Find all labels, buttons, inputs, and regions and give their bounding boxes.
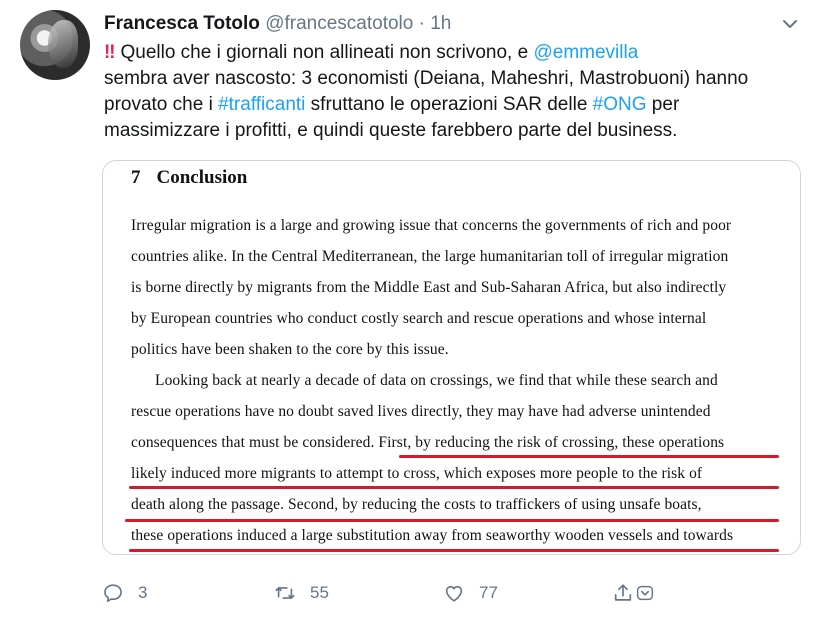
- hashtag-link[interactable]: #ONG: [593, 94, 647, 115]
- document-excerpt: 7 Conclusion Irregular migration is a lar…: [103, 161, 800, 554]
- double-exclamation-icon: ‼: [104, 42, 116, 63]
- section-number: 7: [131, 167, 141, 188]
- section-heading: 7 Conclusion: [131, 167, 247, 189]
- hashtag-link[interactable]: #trafficanti: [218, 94, 305, 115]
- share-button[interactable]: [612, 578, 656, 608]
- author-name[interactable]: Francesca Totolo: [104, 13, 260, 34]
- red-underline: [125, 519, 779, 522]
- document-line: death along the passage. Second, by redu…: [131, 496, 702, 513]
- document-line: countries alike. In the Central Mediterr…: [131, 248, 729, 265]
- retweet-count: 55: [310, 583, 329, 602]
- heart-icon: [445, 585, 463, 602]
- avatar[interactable]: [20, 10, 90, 80]
- red-underline: [129, 549, 779, 552]
- mention-link[interactable]: @emmevilla: [533, 42, 638, 63]
- share-icon: [614, 584, 632, 601]
- chevron-down-icon[interactable]: [780, 14, 800, 34]
- tweet-text-segment: sfruttano le operazioni SAR delle: [305, 94, 593, 115]
- tweet-text-segment: sembra aver nascosto: 3 economisti (Deia…: [104, 68, 749, 89]
- section-title: Conclusion: [156, 167, 248, 188]
- retweet-button[interactable]: 55: [274, 578, 329, 608]
- tweet-text-segment: Quello che i giornali non allineati non …: [120, 42, 534, 63]
- document-line: by European countries who conduct costly…: [131, 310, 707, 327]
- red-underline: [399, 455, 779, 458]
- chevron-down-icon: [636, 585, 654, 601]
- document-line: these operations induced a large substit…: [131, 527, 734, 544]
- like-count: 77: [479, 583, 498, 602]
- document-line: politics have been shaken to the core by…: [131, 341, 449, 358]
- tweet-actions: 3 55 77: [0, 578, 816, 608]
- tweet-timestamp[interactable]: 1h: [430, 13, 451, 34]
- document-line: Looking back at nearly a decade of data …: [155, 372, 718, 389]
- media-image[interactable]: 7 Conclusion Irregular migration is a lar…: [102, 160, 801, 555]
- red-underline: [129, 486, 779, 489]
- tweet-text: ‼ Quello che i giornali non allineati non…: [104, 40, 804, 144]
- reply-button[interactable]: 3: [102, 578, 147, 608]
- header-separator: ·: [418, 13, 425, 34]
- tweet-header: Francesca Totolo @francescatotolo · 1h: [104, 12, 451, 36]
- reply-icon: [104, 584, 122, 602]
- document-line: is borne directly by migrants from the M…: [131, 279, 727, 296]
- tweet-text-segment: provato che i: [104, 94, 219, 115]
- like-button[interactable]: 77: [443, 578, 498, 608]
- document-line: likely induced more migrants to attempt …: [131, 465, 703, 482]
- document-line: consequences that must be considered. Fi…: [131, 434, 725, 451]
- reply-count: 3: [138, 583, 148, 602]
- retweet-icon: [275, 587, 295, 599]
- document-line: rescue operations have no doubt saved li…: [131, 403, 711, 420]
- tweet-text-segment: massimizzare i profitti, e quindi queste…: [104, 120, 678, 141]
- tweet-text-segment: per: [646, 94, 680, 115]
- author-handle[interactable]: @francescatotolo: [265, 13, 413, 34]
- document-line: Irregular migration is a large and growi…: [131, 217, 732, 234]
